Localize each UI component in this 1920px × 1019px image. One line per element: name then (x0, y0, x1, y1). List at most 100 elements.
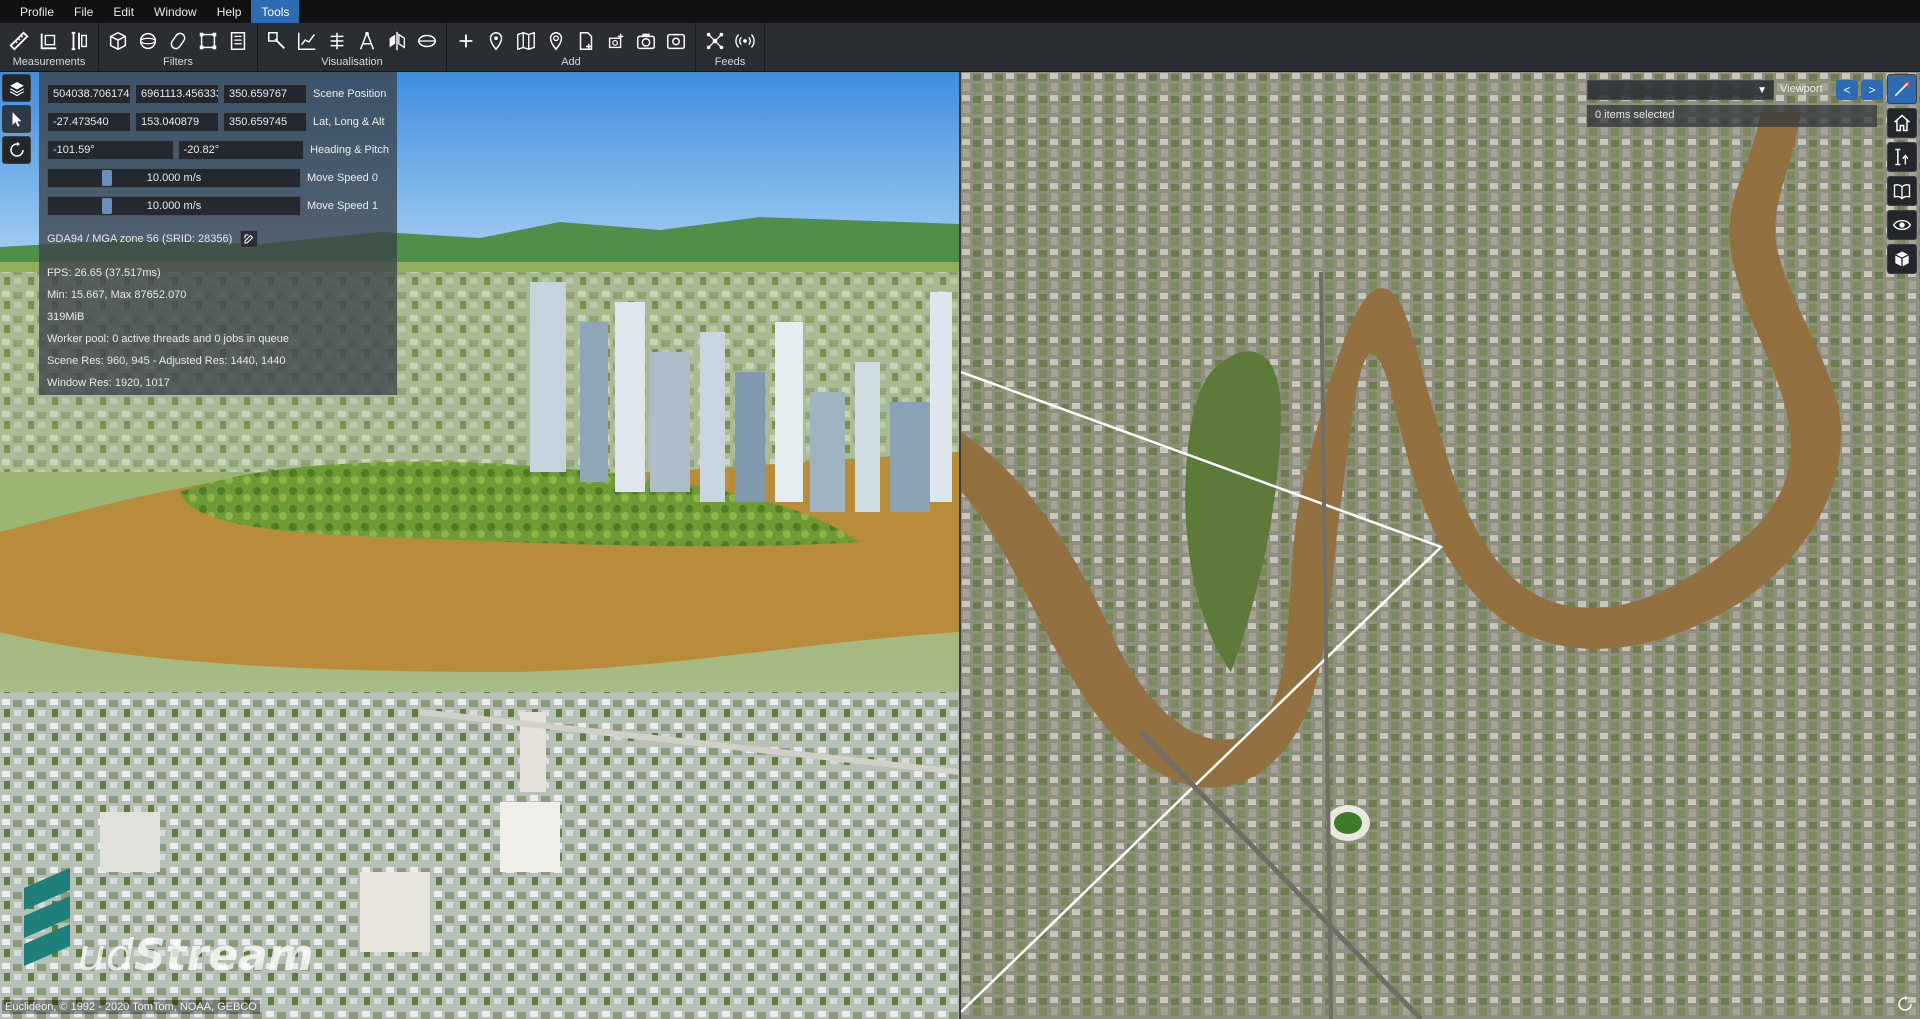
scene-position-y-field[interactable]: 6961113.456333 (135, 84, 219, 104)
eye-icon[interactable] (1887, 210, 1917, 240)
rotate-icon[interactable] (2, 136, 31, 164)
move-speed-0-row: 10.000 m/s Move Speed 0 (47, 166, 389, 190)
cross-section-icon[interactable] (193, 27, 223, 55)
logo-text: udStream (78, 934, 314, 978)
sphere-filter-icon[interactable] (133, 27, 163, 55)
move-speed-1-label: Move Speed 1 (307, 200, 378, 212)
toolbar-group-feeds: Feeds (696, 23, 765, 71)
scene-res-text: Scene Res: 960, 945 - Adjusted Res: 1440… (47, 355, 286, 367)
items-selected-text: 0 items selected (1587, 105, 1877, 127)
scene-position-row: 504038.706174 6961113.456333 350.659767 … (47, 82, 389, 106)
toolbar-label-feeds: Feeds (714, 56, 746, 68)
toolbar-group-add: Add (447, 23, 696, 71)
menu-bar: Profile File Edit Window Help Tools (0, 0, 1920, 23)
broadcast-icon[interactable] (730, 27, 760, 55)
latitude-field[interactable]: -27.473540 (47, 112, 131, 132)
layers-icon[interactable] (2, 74, 31, 102)
edit-srs-button[interactable] (240, 230, 259, 248)
memory-text: 319MiB (47, 311, 85, 323)
menu-edit[interactable]: Edit (103, 0, 144, 23)
viewport-next-button[interactable]: > (1861, 80, 1883, 100)
fps-text: FPS: 26.65 (37.517ms) (47, 267, 161, 279)
menu-tools[interactable]: Tools (251, 0, 300, 23)
viewport-label: Viewport (1780, 83, 1823, 95)
altitude-field[interactable]: 350.659745 (223, 112, 307, 132)
render-stats: FPS: 26.65 (37.517ms) Min: 15.667, Max 8… (47, 262, 389, 394)
select-cursor-icon[interactable] (2, 105, 31, 133)
longitude-field[interactable]: 153.040879 (135, 112, 219, 132)
scene-position-label: Scene Position (313, 88, 387, 100)
box-filter-icon[interactable] (103, 27, 133, 55)
move-speed-1-row: 10.000 m/s Move Speed 1 (47, 194, 389, 218)
menu-file[interactable]: File (64, 0, 103, 23)
move-speed-0-slider[interactable]: 10.000 m/s (47, 168, 301, 188)
lat-long-alt-row: -27.473540 153.040879 350.659745 Lat, Lo… (47, 110, 389, 134)
area-measure-icon[interactable] (34, 27, 64, 55)
cube-icon[interactable] (1887, 244, 1917, 274)
heading-field[interactable]: -101.59° (47, 140, 174, 160)
toolbar-label-visualisation: Visualisation (321, 56, 383, 68)
compass-needle-icon[interactable] (1887, 74, 1917, 104)
ruler-icon[interactable] (4, 27, 34, 55)
ellipse-icon[interactable] (412, 27, 442, 55)
add-screenshot-icon[interactable] (661, 27, 691, 55)
network-icon[interactable] (700, 27, 730, 55)
srs-text: GDA94 / MGA zone 56 (SRID: 28356) (47, 233, 233, 245)
scene-position-z-field[interactable]: 350.659767 (223, 84, 307, 104)
height-measure-icon[interactable] (64, 27, 94, 55)
slider-knob[interactable] (102, 198, 112, 214)
menu-help[interactable]: Help (207, 0, 252, 23)
srs-row: GDA94 / MGA zone 56 (SRID: 28356) (47, 228, 389, 250)
worker-pool-text: Worker pool: 0 active threads and 0 jobs… (47, 333, 289, 345)
map-render (961, 72, 1920, 1019)
compass-icon[interactable] (352, 27, 382, 55)
toolbar-group-visualisation: Visualisation (258, 23, 447, 71)
window-res-text: Window Res: 1920, 1017 (47, 377, 170, 389)
toolbar-label-filters: Filters (163, 56, 193, 68)
refresh-icon[interactable] (1896, 995, 1914, 1013)
add-photo-icon[interactable] (631, 27, 661, 55)
capsule-filter-icon[interactable] (163, 27, 193, 55)
viewport-prev-button[interactable]: < (1836, 80, 1858, 100)
heading-pitch-row: -101.59° -20.82° Heading & Pitch (47, 138, 389, 162)
add-pin-icon[interactable] (541, 27, 571, 55)
add-file-icon[interactable] (571, 27, 601, 55)
split-view-icon[interactable] (382, 27, 412, 55)
book-icon[interactable] (1887, 176, 1917, 206)
lat-long-alt-label: Lat, Long & Alt (313, 116, 385, 128)
toolbar-label-add: Add (561, 56, 581, 68)
map-viewport[interactable] (961, 72, 1920, 1019)
add-icon[interactable] (451, 27, 481, 55)
map-tool-column (1887, 74, 1917, 274)
inspect-icon[interactable] (262, 27, 292, 55)
height-lines-icon[interactable] (322, 27, 352, 55)
move-speed-1-value: 10.000 m/s (146, 200, 202, 212)
add-poi-icon[interactable] (481, 27, 511, 55)
chevron-down-icon: ▼ (1757, 84, 1767, 96)
udstream-logo: udStream (24, 868, 314, 978)
home-icon[interactable] (1887, 108, 1917, 138)
logo-name: Stream (133, 930, 314, 981)
scene-position-x-field[interactable]: 504038.706174 (47, 84, 131, 104)
pitch-field[interactable]: -20.82° (177, 140, 305, 160)
viewport-selector: ▼ Viewport < > 0 items selected (1587, 80, 1883, 132)
slider-knob[interactable] (102, 170, 112, 186)
toolbar-label-measurements: Measurements (12, 56, 86, 68)
menu-profile[interactable]: Profile (10, 0, 64, 23)
copyright-text: Euclideon, © 1992 - 2020 TomTom, NOAA, G… (2, 1000, 260, 1014)
line-chart-icon[interactable] (292, 27, 322, 55)
voxel-filter-icon[interactable] (223, 27, 253, 55)
move-speed-1-slider[interactable]: 10.000 m/s (47, 196, 301, 216)
camera-info-panel: 504038.706174 6961113.456333 350.659767 … (39, 72, 397, 395)
add-map-icon[interactable] (511, 27, 541, 55)
toolbar-group-filters: Filters (99, 23, 258, 71)
menu-window[interactable]: Window (144, 0, 207, 23)
edit-icon (244, 234, 254, 244)
viewport-dropdown[interactable]: ▼ (1587, 80, 1774, 100)
euclideon-logo-icon (24, 868, 70, 966)
map-height-icon[interactable] (1887, 142, 1917, 172)
toolbar-group-measurements: Measurements (0, 23, 99, 71)
scene-tool-column (2, 74, 31, 164)
move-speed-0-value: 10.000 m/s (146, 172, 202, 184)
add-camera-icon[interactable] (601, 27, 631, 55)
